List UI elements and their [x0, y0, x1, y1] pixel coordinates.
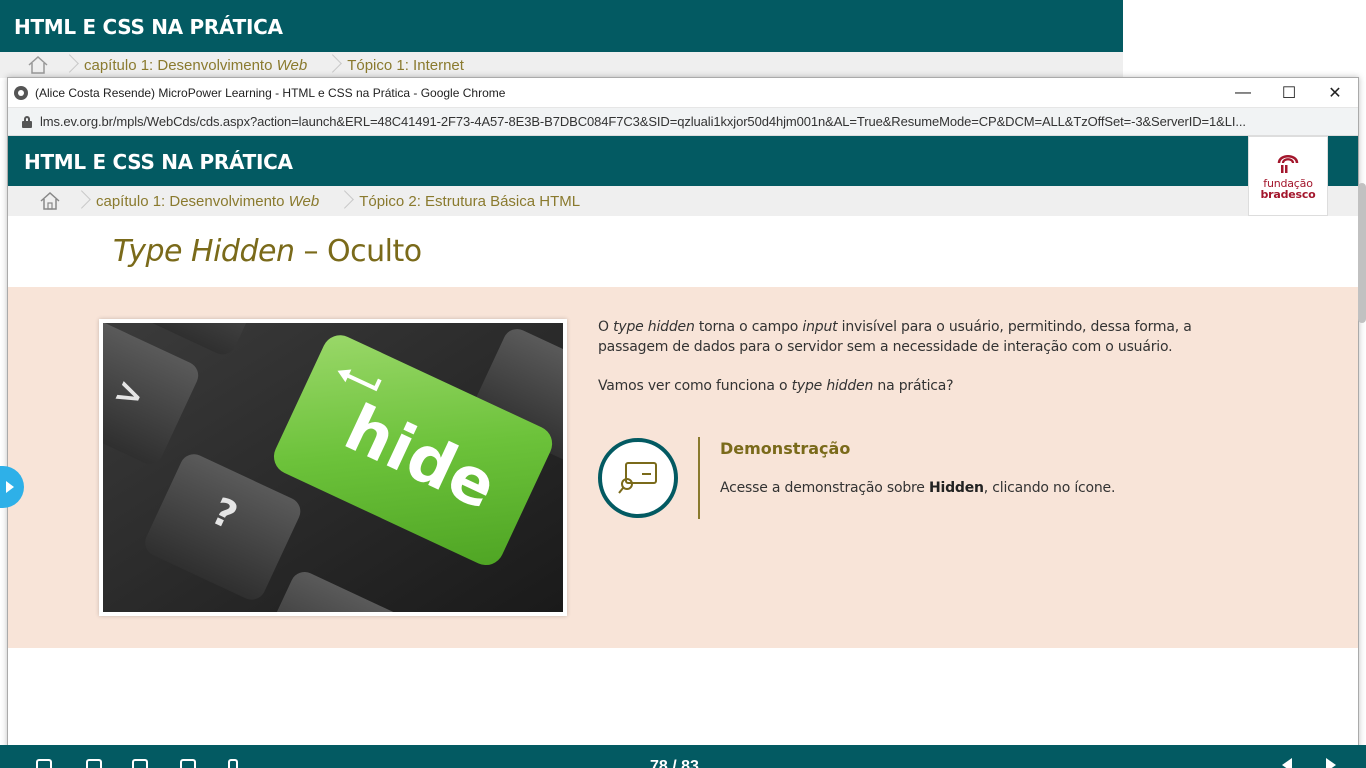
- p1-emph: type hidden: [613, 319, 695, 335]
- breadcrumb-separator: [66, 50, 80, 80]
- demo-desc-bold: Hidden: [929, 480, 984, 496]
- page-title: Type Hidden – Oculto: [8, 216, 1358, 287]
- background-header: HTML E CSS NA PRÁTICA: [0, 0, 1123, 52]
- presentation-screen-icon: [616, 460, 660, 496]
- help-icon[interactable]: [36, 759, 52, 768]
- page-counter: 78 / 83: [650, 758, 699, 768]
- crumb-chapter-emph: Web: [289, 193, 320, 210]
- demonstration-divider: [698, 437, 700, 519]
- maximize-button[interactable]: ☐: [1266, 78, 1312, 108]
- course-footer-bar: 78 / 83: [0, 745, 1366, 768]
- demo-desc-text: , clicando no ícone.: [984, 480, 1115, 496]
- demonstration-button[interactable]: [598, 438, 678, 518]
- search-icon[interactable]: [228, 759, 238, 768]
- course-header: HTML E CSS NA PRÁTICA fundação bradesco: [8, 136, 1358, 186]
- close-button[interactable]: ✕: [1312, 78, 1358, 108]
- next-page-button[interactable]: [1326, 758, 1336, 768]
- p1-emph: input: [802, 319, 837, 335]
- description-text: O type hidden torna o campo input invisí…: [598, 317, 1258, 415]
- p1-text: torna o campo: [695, 319, 803, 335]
- chevron-right-icon: [6, 481, 14, 493]
- p2-text: Vamos ver como funciona o: [598, 378, 792, 394]
- course-header-title: HTML E CSS NA PRÁTICA: [24, 150, 293, 174]
- breadcrumb-separator: [341, 186, 355, 216]
- crumb-chapter-text: capítulo 1: Desenvolvimento: [84, 57, 277, 74]
- content-bottom-space: [8, 648, 1358, 746]
- lock-icon[interactable]: [22, 116, 32, 128]
- breadcrumb-separator: [78, 186, 92, 216]
- address-bar[interactable]: lms.ev.org.br/mpls/WebCds/cds.aspx?actio…: [8, 108, 1358, 136]
- crumb-chapter-text: capítulo 1: Desenvolvimento: [96, 193, 289, 210]
- page-title-emph: Type Hidden: [113, 234, 294, 269]
- print-icon[interactable]: [180, 759, 196, 768]
- keyboard-illustration: hide ; > ? «: [103, 323, 563, 612]
- background-crumb-chapter[interactable]: capítulo 1: Desenvolvimento Web: [80, 57, 307, 74]
- p1-text: O: [598, 319, 613, 335]
- minimize-button[interactable]: —: [1220, 78, 1266, 108]
- crumb-chapter[interactable]: capítulo 1: Desenvolvimento Web: [92, 193, 319, 210]
- background-blank-area: [1123, 0, 1366, 78]
- demonstration-block: Demonstração Acesse a demonstração sobre…: [598, 437, 1258, 521]
- url-text[interactable]: lms.ev.org.br/mpls/WebCds/cds.aspx?actio…: [40, 114, 1358, 129]
- home-icon[interactable]: [16, 55, 60, 75]
- background-header-title: HTML E CSS NA PRÁTICA: [14, 15, 283, 39]
- window-titlebar[interactable]: (Alice Costa Resende) MicroPower Learnin…: [8, 78, 1358, 108]
- glossary-icon[interactable]: [132, 759, 148, 768]
- logo-text-bradesco: bradesco: [1260, 189, 1315, 201]
- p2-emph: type hidden: [792, 378, 874, 394]
- fundacao-bradesco-logo: fundação bradesco: [1248, 136, 1328, 216]
- browser-popup-window: (Alice Costa Resende) MicroPower Learnin…: [7, 77, 1359, 768]
- page-title-rest: – Oculto: [294, 234, 421, 269]
- window-title: (Alice Costa Resende) MicroPower Learnin…: [35, 86, 1220, 100]
- paragraph-1: O type hidden torna o campo input invisí…: [598, 317, 1258, 357]
- notes-icon[interactable]: [86, 759, 102, 768]
- keyboard-hide-image: hide ; > ? «: [99, 319, 567, 616]
- demonstration-description: Acesse a demonstração sobre Hidden, clic…: [720, 480, 1115, 496]
- bradesco-tree-icon: [1275, 151, 1301, 175]
- scrollbar-thumb[interactable]: [1358, 183, 1366, 323]
- background-breadcrumb: capítulo 1: Desenvolvimento Web Tópico 1…: [0, 52, 1123, 78]
- breadcrumb: capítulo 1: Desenvolvimento Web Tópico 2…: [8, 186, 1358, 216]
- breadcrumb-separator: [329, 50, 343, 80]
- chrome-icon: [14, 86, 28, 100]
- demonstration-title: Demonstração: [720, 439, 850, 458]
- previous-page-button[interactable]: [1282, 758, 1292, 768]
- content-panel: hide ; > ? « O type hidden torna o campo…: [8, 287, 1358, 648]
- background-crumb-topic[interactable]: Tópico 1: Internet: [343, 57, 464, 74]
- crumb-chapter-emph: Web: [277, 57, 308, 74]
- demo-desc-text: Acesse a demonstração sobre: [720, 480, 929, 496]
- p2-text: na prática?: [873, 378, 953, 394]
- crumb-topic[interactable]: Tópico 2: Estrutura Básica HTML: [355, 193, 580, 210]
- paragraph-2: Vamos ver como funciona o type hidden na…: [598, 376, 1258, 396]
- home-icon[interactable]: [28, 191, 72, 211]
